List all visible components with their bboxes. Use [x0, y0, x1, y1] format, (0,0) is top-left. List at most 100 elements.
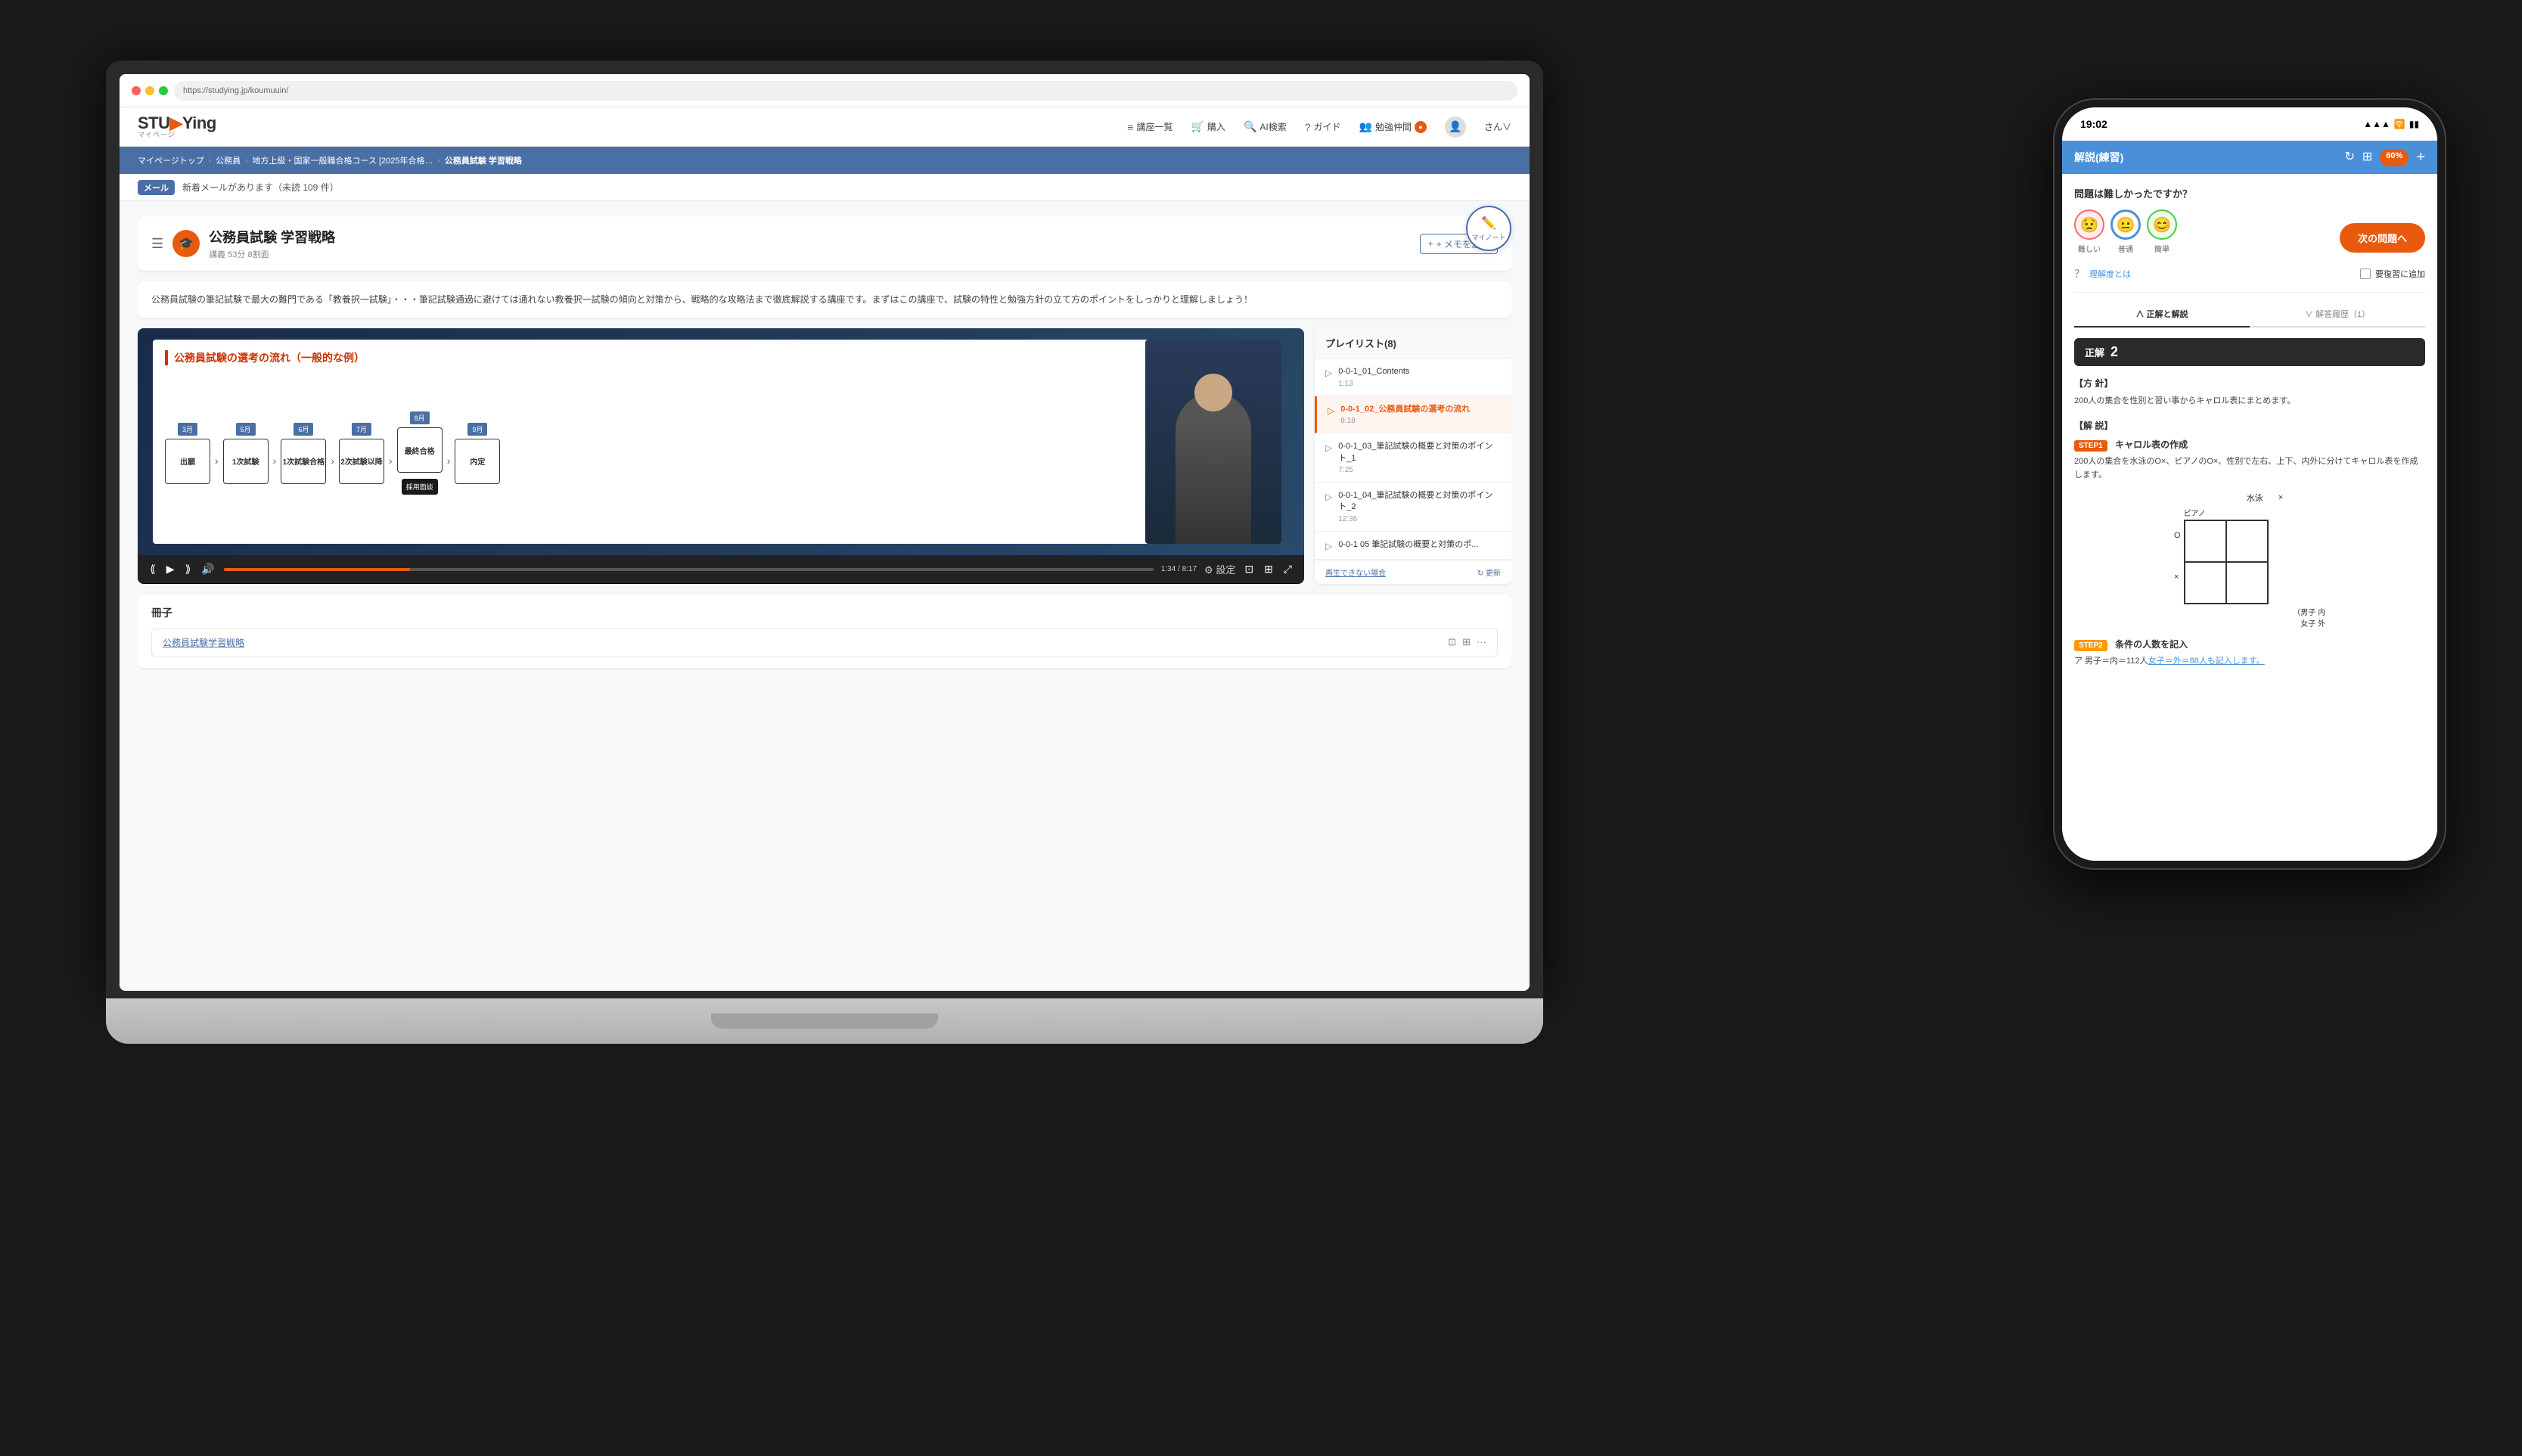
step1-title: キャロル表の作成 — [2115, 439, 2188, 450]
tab-correct-label: ∧ 正解と解説 — [2135, 310, 2188, 319]
mail-text: 新着メールがあります（未読 109 件） — [182, 181, 339, 194]
answer-label: 正解 — [2085, 345, 2104, 359]
playlist-item-title-4: 0-0-1_04_筆記試験の概要と対策のポイント_2 — [1338, 490, 1501, 514]
breadcrumb-sep-3: › — [438, 157, 440, 165]
playlist-item-title-3: 0-0-1_03_筆記試験の概要と対策のポイント_1 — [1338, 441, 1501, 464]
mynote-label: マイノート — [1471, 232, 1505, 242]
hard-face-icon: 😟 — [2074, 210, 2104, 240]
difficulty-easy[interactable]: 😊 簡単 — [2147, 210, 2177, 254]
breadcrumb-item-2[interactable]: 公務員 — [216, 154, 241, 166]
nav-purchase[interactable]: 🛒 購入 — [1191, 120, 1225, 133]
progress-fill — [224, 568, 410, 571]
phone-reload-icon[interactable]: ↻ — [2344, 149, 2354, 166]
browser-dot-minimize[interactable] — [145, 86, 154, 95]
settings-icon[interactable]: ⚙ 設定 — [1204, 562, 1235, 576]
flow-box-6: 内定 — [455, 439, 500, 484]
nav-lectures-label: 講座一覧 — [1136, 120, 1172, 133]
play-icon-5: ▷ — [1325, 541, 1332, 551]
carroll-cell-11 — [2185, 520, 2226, 562]
breadcrumb-item-3[interactable]: 地方上級・国家一般職合格コース [2025年合格… — [252, 154, 433, 166]
nav-lectures[interactable]: ≡ 講座一覧 — [1127, 120, 1172, 133]
playlist-item-content-1: 0-0-1_01_Contents 1:13 — [1338, 366, 1501, 387]
flow-item-3: 6月 1次試験合格 — [281, 423, 326, 484]
cant-play-link[interactable]: 再生できない場合 — [1325, 567, 1386, 578]
next-problem-button[interactable]: 次の問題へ — [2340, 223, 2425, 253]
laptop-device: https://studying.jp/koumuuin/ STU▶Ying マ… — [106, 61, 1543, 1044]
playlist-item-2[interactable]: ▷ 0-0-1_02_公務員試験の選考の流れ 8:18 — [1315, 396, 1511, 433]
booklet-external-icon[interactable]: ⊞ — [1462, 636, 1471, 648]
tab-correct-answer[interactable]: ∧ 正解と解説 — [2074, 302, 2250, 328]
playlist-item-title-2: 0-0-1_02_公務員試験の選考の流れ — [1340, 404, 1501, 415]
main-content: ☰ 🎓 公務員試験 学習戦略 講義 53分 8割面 + + メモを追加 — [120, 201, 1530, 991]
playlist-item-3[interactable]: ▷ 0-0-1_03_筆記試験の概要と対策のポイント_1 7:25 — [1315, 433, 1511, 483]
nav-guide-label: ガイド — [1314, 120, 1341, 133]
understanding-label: 理解度とは — [2089, 268, 2131, 280]
menu-icon-btn[interactable]: ☰ — [151, 236, 163, 252]
pip-button[interactable]: ⊞ — [1263, 561, 1275, 577]
playlist-item-duration-4: 12:36 — [1338, 515, 1501, 523]
mail-badge: メール — [138, 180, 175, 195]
purchase-icon: 🛒 — [1191, 120, 1204, 133]
step2-badge: STEP2 — [2074, 640, 2107, 651]
review-checkbox[interactable] — [2360, 269, 2371, 279]
playlist-header: プレイリスト(8) — [1315, 328, 1511, 359]
playlist-item-5[interactable]: ▷ 0-0-1 05 筆記試験の概要と対策のポ... — [1315, 532, 1511, 560]
user-avatar: 👤 — [1445, 116, 1466, 138]
difficulty-question: 問題は難しかったですか？ — [2074, 186, 2425, 200]
booklet-link[interactable]: 公務員試験学習戦略 — [163, 636, 1442, 649]
memo-plus-icon: + — [1428, 238, 1433, 249]
tab-history-label: ∨ 解答履歴（1） — [2305, 310, 2370, 319]
video-player[interactable]: 公務員試験の選考の流れ（一般的な例） 3月 出願 › 5月 — [138, 328, 1304, 583]
difficulty-hard[interactable]: 😟 難しい — [2074, 210, 2104, 254]
friends-badge: ● — [1415, 121, 1427, 133]
nav-guide[interactable]: ? ガイド — [1305, 120, 1341, 133]
update-button[interactable]: ↻ 更新 — [1477, 567, 1501, 578]
carroll-cell-12 — [2226, 520, 2268, 562]
hard-label: 難しい — [2078, 243, 2101, 254]
nav-username[interactable]: さん∨ — [1484, 120, 1511, 133]
flow-arrow-4: › — [389, 455, 393, 467]
step2-title: 条件の人数を記入 — [2115, 639, 2188, 650]
friends-icon: 👥 — [1359, 120, 1372, 133]
fast-forward-button[interactable]: ⟫ — [184, 561, 193, 577]
nav-purchase-label: 購入 — [1207, 120, 1225, 133]
nav-user[interactable]: 👤 — [1445, 116, 1466, 138]
playlist-item-title-1: 0-0-1_01_Contents — [1338, 366, 1501, 377]
flow-box-4: 2次試験以降 — [339, 439, 384, 484]
mynote-edit-icon: ✏️ — [1481, 216, 1496, 231]
booklet-item: 公務員試験学習戦略 ⊡ ⊞ ··· — [151, 628, 1498, 657]
browser-url-bar[interactable]: https://studying.jp/koumuuin/ — [174, 81, 1517, 101]
step2-link[interactable]: 女子＝外＝88人も記入します。 — [2148, 657, 2265, 666]
mynote-button[interactable]: ✏️ マイノート — [1466, 206, 1511, 251]
booklet-more-icon[interactable]: ··· — [1477, 636, 1486, 648]
fullscreen-button[interactable]: ⤢ — [1282, 561, 1294, 577]
browser-dot-maximize[interactable] — [159, 86, 168, 95]
play-button[interactable]: ▶ — [165, 561, 176, 577]
phone-plus-icon[interactable]: + — [2416, 149, 2425, 166]
progress-bar[interactable] — [224, 568, 1154, 571]
theater-button[interactable]: ⊡ — [1243, 561, 1255, 577]
playlist-item-4[interactable]: ▷ 0-0-1_04_筆記試験の概要と対策のポイント_2 12:36 — [1315, 483, 1511, 532]
phone-outer: 19:02 ▲▲▲ 🛜 ▮▮ 解説(練習) ↻ ⊞ 60% + — [2053, 98, 2446, 870]
phone-grid-icon[interactable]: ⊞ — [2362, 149, 2372, 166]
course-icon: 🎓 — [172, 230, 200, 257]
flow-month-6: 9月 — [467, 423, 487, 436]
difficulty-answer-row: 😟 難しい 😐 普通 😊 簡単 次の問題へ — [2074, 210, 2425, 266]
booklet-copy-icon[interactable]: ⊡ — [1448, 636, 1456, 648]
tab-answer-history[interactable]: ∨ 解答履歴（1） — [2250, 302, 2425, 328]
breadcrumb-item-1[interactable]: マイページトップ — [138, 154, 204, 166]
browser-dot-close[interactable] — [132, 86, 141, 95]
rewind-button[interactable]: ⟪ — [148, 561, 157, 577]
playlist-item-1[interactable]: ▷ 0-0-1_01_Contents 1:13 — [1315, 359, 1511, 396]
progress-percentage: 60% — [2380, 149, 2409, 166]
booklet-actions: ⊡ ⊞ ··· — [1448, 636, 1486, 648]
nav-study-friends[interactable]: 👥 勉強仲間 ● — [1359, 120, 1427, 133]
booklet-section: 冊子 公務員試験学習戦略 ⊡ ⊞ ··· — [138, 595, 1511, 668]
volume-button[interactable]: 🔊 — [200, 561, 216, 577]
explanation-header: 【解 説】 — [2074, 419, 2425, 432]
battery-icon: ▮▮ — [2409, 119, 2419, 129]
difficulty-normal[interactable]: 😐 普通 — [2110, 210, 2141, 254]
breadcrumb-sep-1: › — [209, 157, 211, 165]
carroll-left-label-o: O — [2174, 531, 2181, 540]
nav-ai-search[interactable]: 🔍 AI検索 — [1244, 120, 1287, 133]
